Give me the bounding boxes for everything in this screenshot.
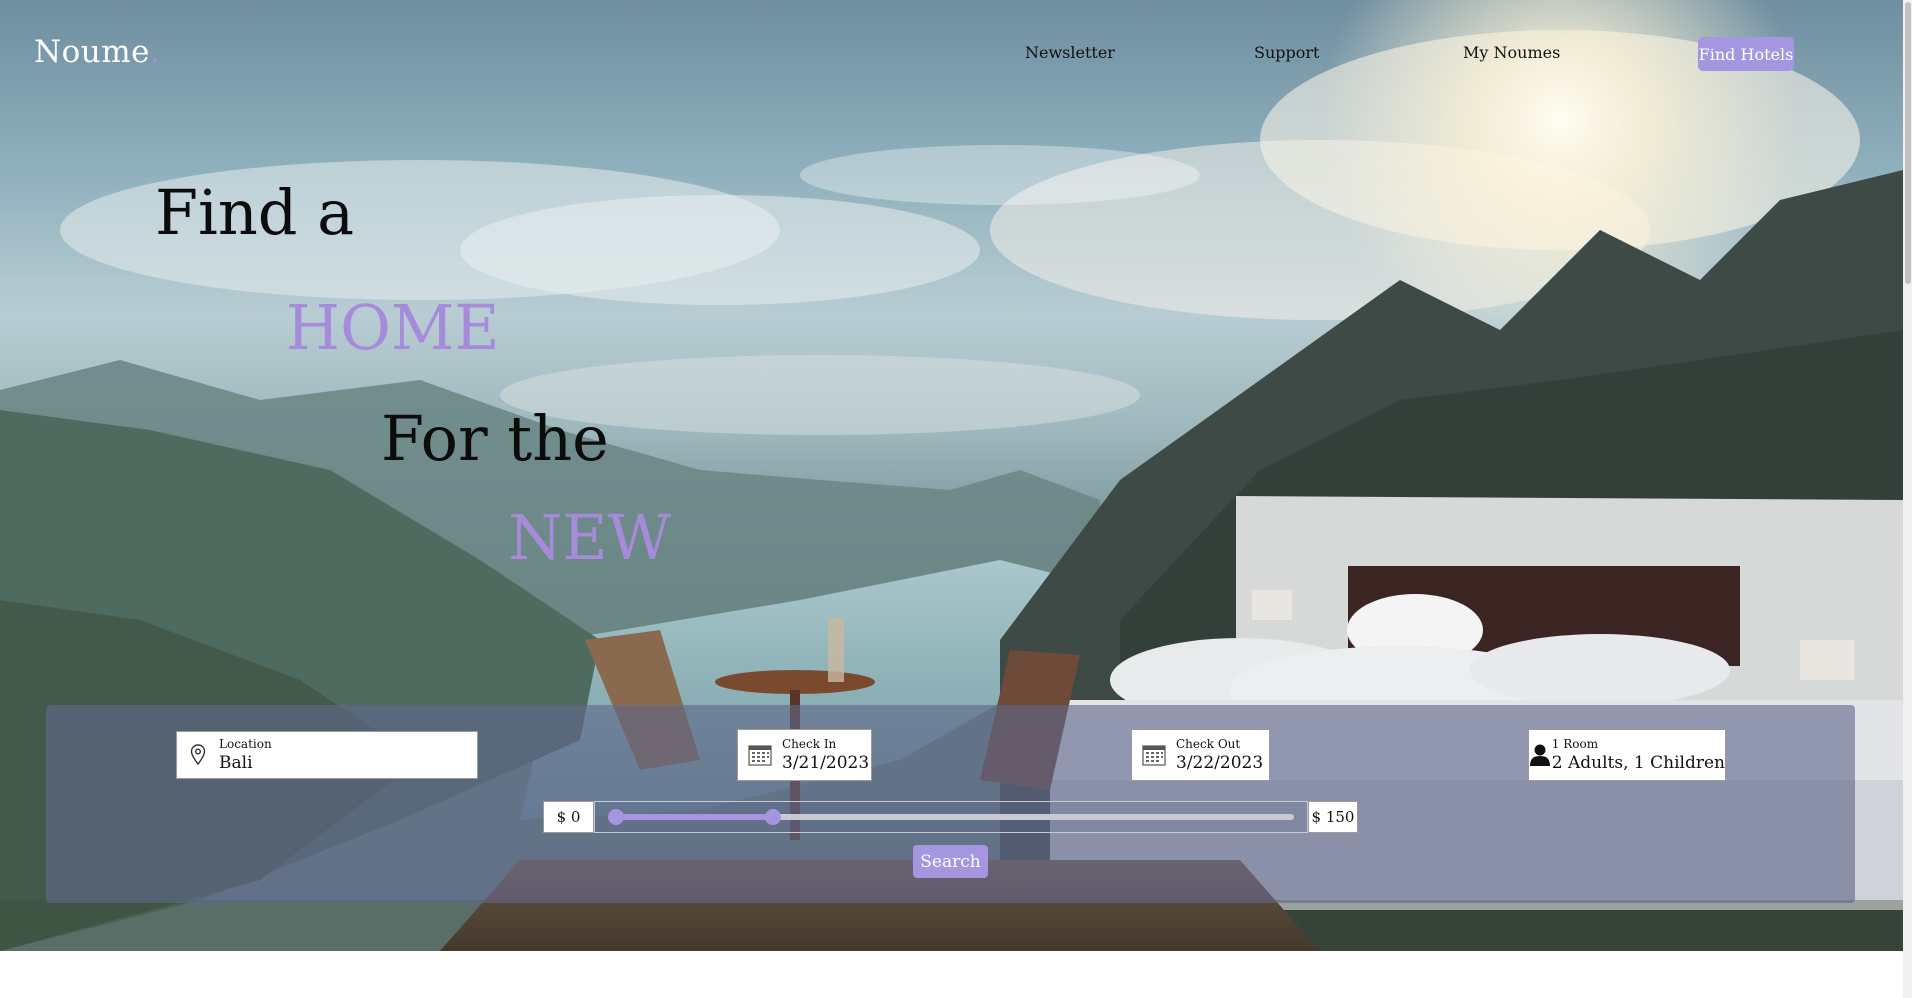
location-field[interactable]: Location Bali [176,731,478,779]
location-label: Location [219,737,272,752]
map-pin-icon [177,744,219,766]
headline-line-4: NEW [508,501,672,574]
check-in-label: Check In [782,737,837,752]
calendar-icon [1132,744,1176,766]
headline-line-3: For the [381,402,609,475]
brand-dot: . [150,34,161,70]
check-in-field[interactable]: Check In 3/21/2023 [737,729,872,781]
check-out-field[interactable]: Check Out 3/22/2023 [1131,729,1270,781]
slider-selected-range [608,814,773,820]
price-max-label: $ 150 [1308,801,1358,833]
slider-min-thumb[interactable] [608,809,624,825]
check-out-value[interactable]: 3/22/2023 [1176,753,1263,773]
price-min-label: $ 0 [543,801,594,833]
price-range-slider[interactable] [594,801,1308,833]
nav-link-support[interactable]: Support [1254,43,1319,62]
calendar-icon [738,744,782,766]
check-in-value[interactable]: 3/21/2023 [782,753,869,773]
headline-line-1: Find a [155,176,355,249]
page-scrollbar-thumb[interactable] [1905,2,1911,284]
guests-value[interactable]: 2 Adults, 1 Children [1552,753,1725,773]
headline-line-2: HOME [286,291,500,364]
nav-link-newsletter[interactable]: Newsletter [1025,43,1115,62]
find-hotels-button[interactable]: Find Hotels [1698,37,1794,71]
nav-link-my-noumes[interactable]: My Noumes [1463,43,1560,62]
rooms-label: 1 Room [1551,737,1599,752]
brand-name: Noume [34,34,150,70]
location-value[interactable]: Bali [219,753,272,773]
guests-field[interactable]: 1 Room 2 Adults, 1 Children [1528,729,1726,781]
check-out-label: Check Out [1176,737,1241,752]
search-button[interactable]: Search [913,845,988,878]
slider-max-thumb[interactable] [764,809,781,825]
brand-logo[interactable]: Noume. [34,34,160,70]
person-icon [1529,743,1552,767]
